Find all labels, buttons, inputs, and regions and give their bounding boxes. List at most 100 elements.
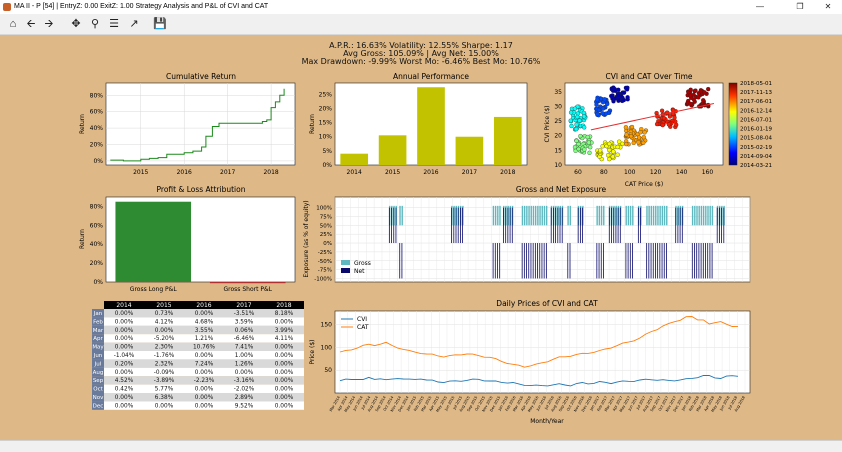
scatter-point bbox=[586, 140, 591, 145]
scatter-point bbox=[575, 114, 580, 120]
scatter-point bbox=[706, 86, 711, 92]
forward-icon[interactable]: 🡪 bbox=[41, 16, 57, 32]
net-bar bbox=[615, 207, 617, 244]
net-bar bbox=[497, 243, 498, 279]
table-cell: -3.16% bbox=[234, 378, 255, 384]
gross-bar bbox=[532, 205, 535, 226]
scatter-point bbox=[598, 148, 603, 153]
minimize-icon[interactable]: — bbox=[746, 0, 774, 14]
table-cell: 3.99% bbox=[275, 328, 294, 334]
colorbar-label: 2015-08-04 bbox=[740, 136, 772, 142]
scatter-point bbox=[572, 106, 578, 111]
gross-bar bbox=[632, 205, 634, 226]
status-bar bbox=[0, 440, 842, 452]
scatter-point bbox=[624, 87, 630, 92]
net-bar bbox=[499, 243, 501, 279]
gross-bar bbox=[666, 205, 668, 226]
y-tick-label: 25% bbox=[320, 232, 332, 238]
net-bar bbox=[582, 207, 583, 244]
y-axis-label: Exposure (as % of equity) bbox=[303, 200, 310, 277]
gross-bar bbox=[657, 205, 659, 226]
bar bbox=[115, 201, 192, 282]
table-cell: -3.89% bbox=[154, 378, 175, 384]
colorbar-label: 2014-09-04 bbox=[740, 154, 772, 160]
net-bar bbox=[694, 243, 695, 279]
table-cell-month: Sep bbox=[93, 378, 104, 384]
save-icon[interactable]: 💾 bbox=[152, 16, 168, 32]
y-tick-label: -25% bbox=[318, 250, 332, 256]
net-bar bbox=[537, 243, 538, 279]
gross-bar bbox=[596, 205, 598, 226]
scatter-point bbox=[585, 134, 590, 140]
bar bbox=[209, 282, 286, 284]
y-tick-label: 100 bbox=[321, 344, 333, 351]
scatter-point bbox=[636, 140, 641, 145]
table-cell: 0.00% bbox=[115, 403, 134, 409]
table-cell: 7.41% bbox=[235, 345, 254, 351]
monthly-returns-table: 2014 2015 2016 2017 2018 Jan 0.00% 0.73% 0.00% -3… bbox=[92, 301, 304, 410]
bar bbox=[340, 153, 369, 165]
gross-bar bbox=[545, 205, 548, 226]
net-bar bbox=[675, 207, 677, 244]
y-tick-label: 15 bbox=[554, 147, 562, 154]
net-bar bbox=[702, 243, 704, 279]
zoom-icon[interactable]: ⚲ bbox=[87, 16, 103, 32]
y-tick-label: 10% bbox=[319, 134, 333, 141]
scatter-point bbox=[642, 130, 647, 135]
table-cell: 0.00% bbox=[195, 403, 214, 409]
home-icon[interactable]: ⌂ bbox=[5, 16, 21, 32]
table-cell-month: Jul bbox=[94, 361, 102, 367]
x-tick-label: 2018 bbox=[500, 169, 515, 176]
y-axis-label: Return bbox=[309, 114, 316, 134]
net-bar bbox=[707, 243, 709, 279]
net-bar bbox=[492, 243, 494, 279]
y-tick-label: 25% bbox=[319, 91, 333, 98]
scatter-point bbox=[611, 149, 616, 154]
scatter-point bbox=[666, 122, 671, 127]
gross-bar bbox=[646, 205, 648, 226]
net-bar bbox=[553, 207, 554, 244]
table-cell-month: May bbox=[92, 345, 104, 351]
net-bar bbox=[507, 207, 509, 244]
net-bar bbox=[629, 243, 631, 279]
configure-subplots-icon[interactable]: ☰ bbox=[106, 16, 122, 32]
pan-icon[interactable]: ✥ bbox=[68, 16, 84, 32]
gross-bar bbox=[661, 205, 664, 226]
back-icon[interactable]: 🡨 bbox=[23, 16, 39, 32]
edit-axes-icon[interactable]: ↗ bbox=[126, 16, 142, 32]
table-cell: 2.30% bbox=[155, 345, 174, 351]
scatter-point bbox=[616, 93, 621, 98]
table-cell: -5.20% bbox=[154, 336, 175, 342]
scatter-point bbox=[600, 144, 605, 149]
net-bar bbox=[627, 243, 629, 279]
scatter-point bbox=[582, 125, 587, 130]
gross-bar bbox=[499, 205, 501, 226]
net-bar bbox=[681, 207, 683, 244]
net-bar bbox=[619, 207, 621, 244]
net-bar bbox=[559, 207, 561, 244]
table-cell-month: Dec bbox=[93, 403, 104, 409]
bar bbox=[493, 116, 522, 165]
net-bar bbox=[598, 243, 600, 279]
table-cell: 6.38% bbox=[155, 395, 174, 401]
y-tick-label: 30 bbox=[554, 103, 562, 110]
close-icon[interactable]: ✕ bbox=[814, 0, 842, 14]
chart-title: Gross and Net Exposure bbox=[516, 185, 607, 194]
y-tick-label: 20% bbox=[90, 260, 104, 267]
scatter-point bbox=[621, 97, 626, 103]
colorbar-label: 2015-02-19 bbox=[740, 145, 772, 151]
scatter-point bbox=[602, 97, 607, 102]
net-bar bbox=[721, 207, 722, 244]
net-bar bbox=[709, 243, 711, 279]
gross-bar bbox=[526, 205, 528, 226]
table-cell-month: Mar bbox=[93, 328, 104, 334]
colorbar-label: 2016-07-01 bbox=[740, 117, 772, 123]
table-cell: 0.00% bbox=[275, 387, 294, 393]
maximize-icon[interactable]: ❐ bbox=[786, 0, 814, 14]
x-tick-label: Gross Short P&L bbox=[224, 286, 273, 293]
scatter-point bbox=[688, 93, 693, 98]
gross-bar bbox=[705, 205, 707, 226]
scatter-point bbox=[613, 88, 618, 93]
gross-bar bbox=[627, 205, 630, 226]
gross-bar bbox=[539, 205, 541, 226]
